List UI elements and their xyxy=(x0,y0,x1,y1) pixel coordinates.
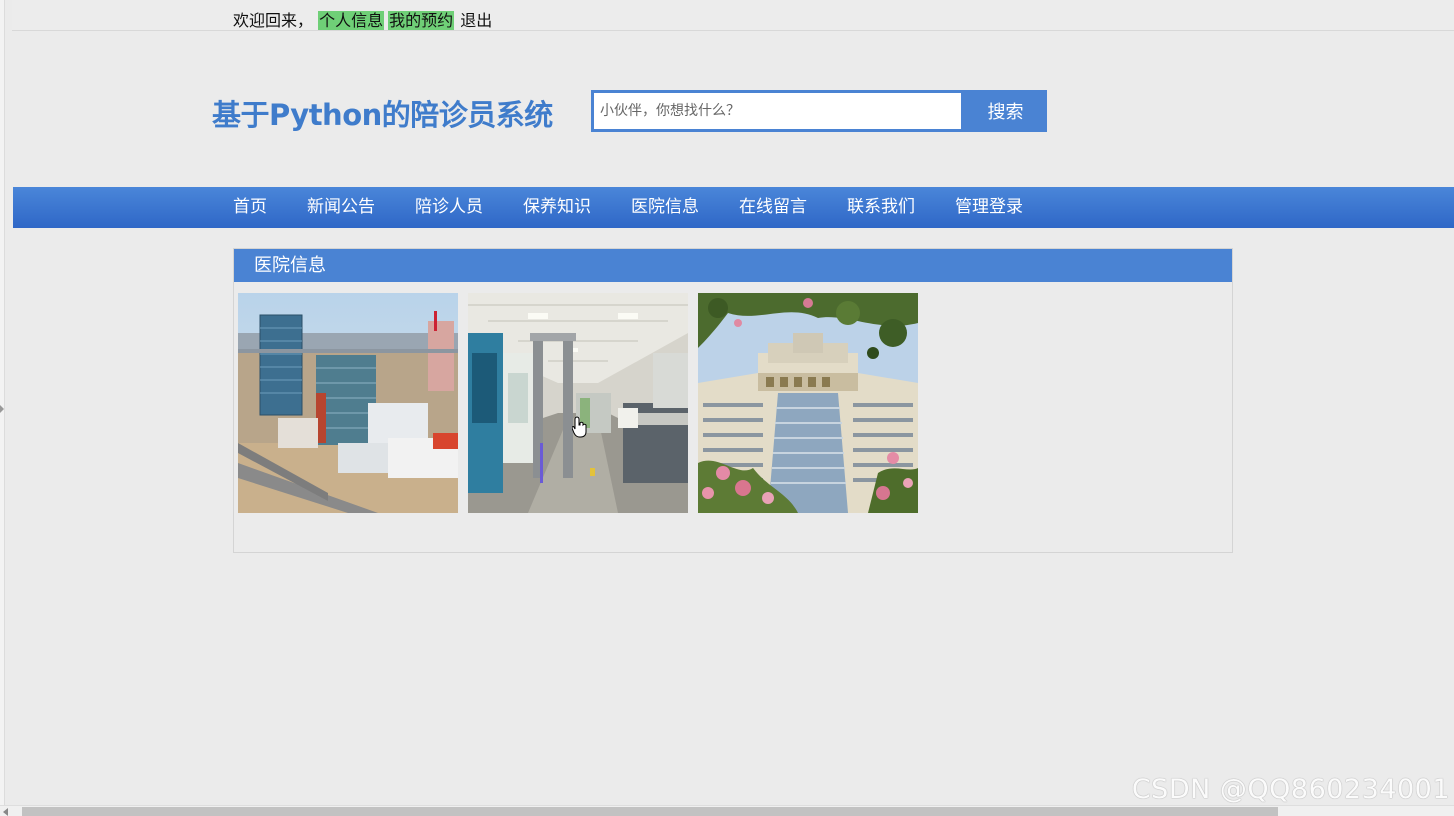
logout-link[interactable]: 退出 xyxy=(459,11,493,30)
main-nav: 首页 新闻公告 陪诊人员 保养知识 医院信息 在线留言 联系我们 管理登录 xyxy=(13,187,1454,228)
nav-item-hospitals[interactable]: 医院信息 xyxy=(631,187,699,228)
search-button[interactable]: 搜索 xyxy=(964,90,1047,132)
hospital-aerial-photo[interactable] xyxy=(238,293,458,513)
profile-link[interactable]: 个人信息 xyxy=(318,11,385,30)
user-links: 欢迎回来， 个人信息 我的预约 退出 xyxy=(233,11,493,31)
nav-item-contact[interactable]: 联系我们 xyxy=(847,187,915,228)
nav-item-messages[interactable]: 在线留言 xyxy=(739,187,807,228)
hospital-lobby-photo[interactable] xyxy=(468,293,688,513)
scroll-left-arrow-icon[interactable] xyxy=(3,808,8,816)
nav-item-escorts[interactable]: 陪诊人员 xyxy=(415,187,483,228)
welcome-text: 欢迎回来， xyxy=(233,11,314,30)
nav-item-health-tips[interactable]: 保养知识 xyxy=(523,187,591,228)
site-title: 基于Python的陪诊员系统 xyxy=(212,98,553,132)
search-box: 搜索 xyxy=(591,90,1047,132)
watermark: CSDN @QQ860234001 xyxy=(1131,774,1450,805)
hand-cursor-icon xyxy=(571,416,588,442)
nav-item-news[interactable]: 新闻公告 xyxy=(307,187,375,228)
nav-item-home[interactable]: 首页 xyxy=(233,187,267,228)
left-expand-arrow-icon[interactable] xyxy=(0,405,4,413)
panel-title: 医院信息 xyxy=(234,249,1232,282)
nav-list: 首页 新闻公告 陪诊人员 保养知识 医院信息 在线留言 联系我们 管理登录 xyxy=(233,187,1063,228)
appointments-link[interactable]: 我的预约 xyxy=(388,11,455,30)
horizontal-scrollbar[interactable] xyxy=(0,805,1454,816)
hospital-gallery xyxy=(238,293,918,513)
search-input[interactable] xyxy=(591,90,964,132)
nav-item-admin-login[interactable]: 管理登录 xyxy=(955,187,1023,228)
hospital-info-panel: 医院信息 xyxy=(233,248,1233,553)
top-bar: 欢迎回来， 个人信息 我的预约 退出 xyxy=(12,0,1454,31)
page: 欢迎回来， 个人信息我的预约 退出 基于Python的陪诊员系统 搜索 首页 新… xyxy=(0,0,1454,816)
hospital-building-blossoms-photo[interactable] xyxy=(698,293,918,513)
scrollbar-thumb[interactable] xyxy=(22,807,1278,816)
